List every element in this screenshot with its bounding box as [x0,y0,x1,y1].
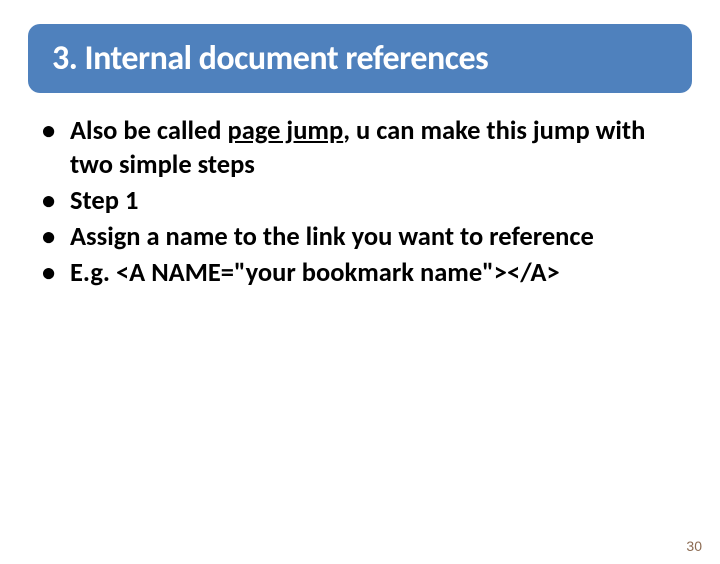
page-number: 30 [686,538,702,554]
bullet-text: E.g. <A NAME="your bookmark name"></A> [70,257,560,289]
bullet-text-prefix: Also be called [70,115,228,147]
title-banner: 3. Internal document references [28,24,692,93]
slide-title: 3. Internal document references [52,38,488,79]
list-item: Assign a name to the link you want to re… [42,221,678,255]
bullet-list: Also be called page jump, u can make thi… [42,115,678,291]
content-area: Also be called page jump, u can make thi… [42,115,678,291]
list-item: Also be called page jump, u can make thi… [42,115,678,183]
list-item: E.g. <A NAME="your bookmark name"></A> [42,257,678,291]
list-item: Step 1 [42,185,678,219]
bullet-text: Step 1 [70,185,138,217]
bullet-text-underlined: page jump [228,115,344,147]
bullet-text: Assign a name to the link you want to re… [70,221,594,253]
